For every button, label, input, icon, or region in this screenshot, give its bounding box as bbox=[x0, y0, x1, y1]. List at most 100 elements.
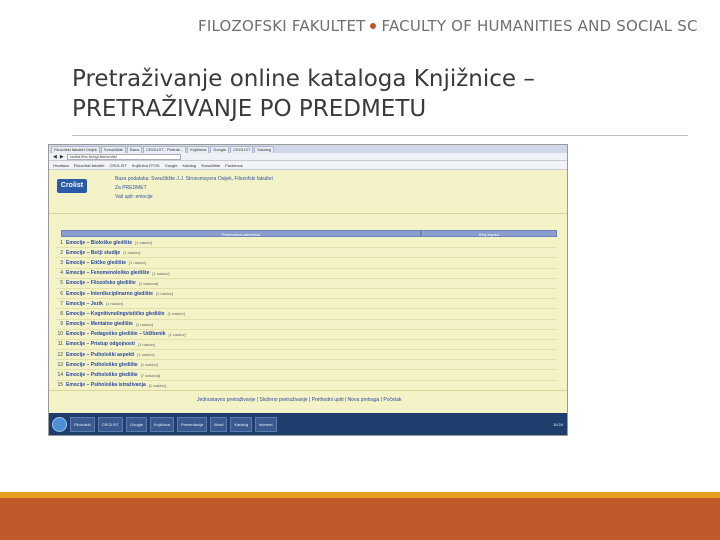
result-subject-link[interactable]: Emocije – Fenomenološko gledište bbox=[66, 270, 149, 276]
result-row[interactable]: 8 Emocije – Kognitivnolingvističko glediš… bbox=[55, 309, 557, 320]
result-number: 12 bbox=[57, 351, 63, 358]
result-row[interactable]: 1 Emocije – Biološko gledište [1 naslov] bbox=[55, 238, 557, 249]
bookmark-item[interactable]: Knjižnica FFOS bbox=[132, 163, 160, 168]
result-count[interactable]: [1 naslov] bbox=[138, 342, 155, 347]
result-number: 6 bbox=[60, 290, 63, 297]
result-subject-link[interactable]: Emocije – Psihološka istraživanja bbox=[66, 382, 146, 388]
result-count[interactable]: [1 naslov] bbox=[136, 322, 153, 327]
bottom-accent-band bbox=[0, 492, 720, 540]
result-subject-link[interactable]: Emocije – Jezik bbox=[66, 301, 103, 307]
result-number: 3 bbox=[60, 259, 63, 266]
result-subject-link[interactable]: Emocije – Psihološko gledište bbox=[66, 372, 138, 378]
taskbar-item[interactable]: Google bbox=[126, 416, 147, 432]
result-count[interactable]: [1 naslov] bbox=[137, 352, 154, 357]
bookmark-item[interactable]: Hrvatska bbox=[53, 163, 69, 168]
result-row[interactable]: 10 Emocije – Pedagoško gledište – Udžbeni… bbox=[55, 330, 557, 340]
result-count[interactable]: [1 naslov] bbox=[141, 362, 158, 367]
result-row[interactable]: 3 Emocije – Etičko gledište [1 naslov] bbox=[55, 258, 557, 269]
result-subject-link[interactable]: Emocije – Kognitivnolingvističko gledišt… bbox=[66, 311, 165, 317]
taskbar-item[interactable]: Word bbox=[209, 416, 228, 432]
result-subject-link[interactable]: Emocije – Psihološko gledište bbox=[66, 362, 138, 368]
bookmark-item[interactable]: Facebook bbox=[225, 163, 243, 168]
result-row[interactable]: 12 Emocije – Psihološki aspekti [1 naslov] bbox=[55, 350, 557, 361]
bookmark-item[interactable]: Filozofski fakultet bbox=[74, 163, 105, 168]
browser-tab[interactable]: Baza bbox=[127, 146, 143, 153]
taskbar-item[interactable]: CROLIST bbox=[97, 416, 124, 432]
browser-tab[interactable]: CROLIST bbox=[230, 146, 254, 153]
result-row[interactable]: 6 Emocije – Interdisciplinarno gledište [1… bbox=[55, 289, 557, 300]
windows-taskbar: Filozofski CROLIST Google Knjižnica Prez… bbox=[49, 413, 567, 435]
result-number: 5 bbox=[60, 280, 63, 287]
result-subject-link[interactable]: Emocije – Biološko gledište bbox=[66, 240, 132, 246]
result-count[interactable]: [1 naslov] bbox=[149, 383, 166, 388]
result-subject-link[interactable]: Emocije – Pedagoško gledište – Udžbenik bbox=[66, 331, 165, 337]
result-subject-link[interactable]: Emocije – Filozofsko gledište bbox=[66, 280, 136, 286]
browser-screenshot: Filozofski fakultet Osijek Sveučilište B… bbox=[48, 144, 568, 436]
result-number: 10 bbox=[57, 331, 63, 338]
result-count[interactable]: [1 naslov] bbox=[135, 240, 152, 245]
result-subject-link[interactable]: Emocije – Mentalno gledište bbox=[66, 321, 133, 327]
result-count[interactable]: [1 naslov] bbox=[168, 311, 185, 316]
taskbar-item[interactable]: Katalog bbox=[230, 416, 253, 432]
column-subject: Predmetna odrednica bbox=[61, 230, 421, 237]
result-number: 13 bbox=[57, 361, 63, 368]
result-count[interactable]: [1 naslov] bbox=[168, 332, 185, 337]
result-count[interactable]: [1 naslov] bbox=[106, 301, 123, 306]
taskbar-clock: 10:24 bbox=[552, 421, 563, 427]
bookmarks-bar: Hrvatska Filozofski fakultet CROLIST Knj… bbox=[49, 161, 567, 170]
result-count[interactable]: [1 naslov] bbox=[152, 271, 169, 276]
result-count[interactable]: [7 naslova] bbox=[141, 373, 160, 378]
result-row[interactable]: 13 Emocije – Psihološko gledište [1 naslov… bbox=[55, 360, 557, 371]
brand-left: FILOZOFSKI FAKULTET bbox=[198, 17, 366, 35]
result-subject-link[interactable]: Emocije – Psihološki aspekti bbox=[66, 352, 134, 358]
taskbar-item[interactable]: Knjižnica bbox=[149, 416, 174, 432]
bookmark-item[interactable]: Sveučilište bbox=[201, 163, 220, 168]
result-row[interactable]: 9 Emocije – Mentalno gledište [1 naslov] bbox=[55, 320, 557, 330]
result-subject-link[interactable]: Emocije – Bečji studije bbox=[66, 250, 120, 256]
start-button-icon[interactable] bbox=[52, 416, 67, 432]
browser-tab[interactable]: Knjižnica bbox=[187, 146, 210, 153]
slide-title: Pretraživanje online kataloga Knjižnice … bbox=[72, 64, 672, 124]
back-arrow-icon[interactable]: ◀ bbox=[53, 154, 57, 160]
browser-tab[interactable]: CROLIST - Pretraž... bbox=[143, 146, 187, 153]
result-row[interactable]: 5 Emocije – Filozofsko gledište [2 naslova… bbox=[55, 279, 557, 289]
bookmark-item[interactable]: Katalog bbox=[183, 163, 197, 168]
result-count[interactable]: [1 naslov] bbox=[129, 260, 146, 265]
result-row[interactable]: 7 Emocije – Jezik [1 naslov] bbox=[55, 299, 557, 310]
result-count[interactable]: [1 naslov] bbox=[156, 291, 173, 296]
result-row[interactable]: 14 Emocije – Psihološko gledište [7 naslov… bbox=[55, 370, 557, 381]
result-row[interactable]: 11 Emocije – Pristup odgojnosti [1 naslov] bbox=[55, 340, 557, 351]
result-number: 4 bbox=[60, 270, 63, 277]
result-number: 14 bbox=[57, 372, 63, 379]
result-number: 11 bbox=[57, 341, 63, 348]
browser-tab[interactable]: Katalog bbox=[254, 146, 275, 153]
result-row[interactable]: 2 Emocije – Bečji studije [1 naslov] bbox=[55, 248, 557, 259]
result-subject-link[interactable]: Emocije – Interdisciplinarno gledište bbox=[66, 291, 153, 297]
bookmark-item[interactable]: CROLIST bbox=[109, 163, 126, 168]
crolist-logo: Crolist bbox=[57, 179, 87, 193]
result-count[interactable]: [1 naslov] bbox=[123, 250, 140, 255]
bookmark-item[interactable]: Google bbox=[165, 163, 178, 168]
results-table-header: Predmetna odrednica Broj zapisa bbox=[61, 230, 557, 237]
taskbar-item[interactable]: Prezentacija bbox=[176, 416, 207, 432]
taskbar-item[interactable]: Internet bbox=[255, 416, 277, 432]
browser-tab[interactable]: Filozofski fakultet Osijek bbox=[51, 146, 100, 153]
result-number: 2 bbox=[60, 249, 63, 256]
result-subject-link[interactable]: Emocije – Etičko gledište bbox=[66, 260, 126, 266]
footer-navigation-links[interactable]: Jednostavno pretraživanje | Složeno pret… bbox=[197, 397, 401, 403]
query-line: Vaš upit: emocije bbox=[115, 194, 153, 200]
result-number: 8 bbox=[60, 310, 63, 317]
catalog-page: Crolist Baza podataka: Sveučilište J.J. … bbox=[49, 170, 567, 435]
result-subject-link[interactable]: Emocije – Pristup odgojnosti bbox=[66, 341, 135, 347]
catalog-header: Crolist Baza podataka: Sveučilište J.J. … bbox=[49, 170, 567, 214]
address-input[interactable]: crolist.ffos.hr/cgi-bin/crolist bbox=[66, 153, 181, 160]
forward-arrow-icon[interactable]: ▶ bbox=[60, 154, 64, 160]
title-divider bbox=[72, 135, 688, 136]
browser-tab[interactable]: Sveučilište bbox=[100, 146, 127, 153]
taskbar-item[interactable]: Filozofski bbox=[70, 416, 95, 432]
browser-tab[interactable]: Google bbox=[210, 146, 230, 153]
column-count: Broj zapisa bbox=[421, 230, 557, 237]
result-count[interactable]: [2 naslova] bbox=[139, 281, 158, 286]
result-row[interactable]: 4 Emocije – Fenomenološko gledište [1 nasl… bbox=[55, 269, 557, 279]
slide-title-line1: Pretraživanje online kataloga Knjižnice … bbox=[72, 66, 535, 92]
